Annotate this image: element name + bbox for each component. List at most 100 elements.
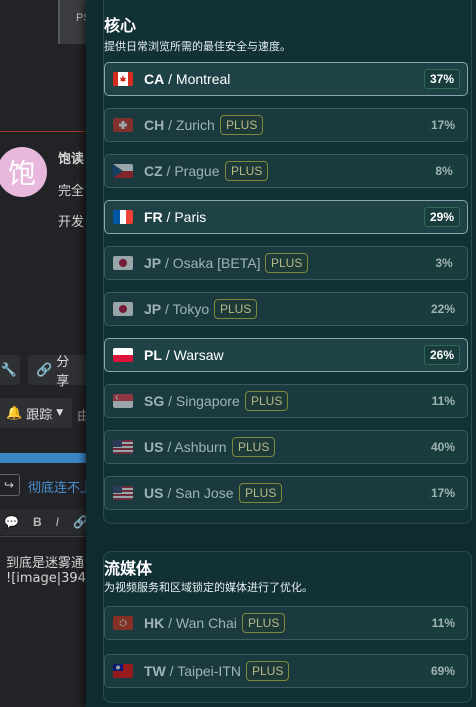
country-code: JP	[144, 255, 162, 271]
server-item[interactable]: HK / Wan Chai 11% PLUS	[104, 606, 468, 640]
country-code: US	[144, 485, 164, 501]
bold-button[interactable]: B	[33, 515, 42, 529]
plus-badge: PLUS	[220, 115, 264, 135]
country-code: SG	[144, 393, 165, 409]
server-label: SG / Singapore	[144, 393, 240, 409]
load-badge: 11%	[426, 613, 460, 633]
pl-flag-icon	[113, 348, 133, 362]
us-flag-icon	[113, 486, 133, 500]
streaming-desc: 为视频服务和区域锁定的媒体进行了优化。	[104, 581, 313, 594]
load-badge: 17%	[425, 115, 460, 135]
load-badge: 11%	[426, 391, 460, 411]
editor-toolbar: 💬 B I 🔗	[0, 509, 90, 535]
server-item[interactable]: FR / Paris 29%	[104, 200, 468, 234]
city-name: Warsaw	[173, 347, 224, 363]
city-name: Osaka [BETA]	[172, 255, 261, 271]
share-label: 分享	[56, 355, 70, 389]
server-item[interactable]: US / San Jose 17% PLUS	[104, 476, 468, 510]
plus-badge: PLUS	[245, 391, 289, 411]
separator: /	[164, 615, 176, 631]
load-badge: 22%	[425, 299, 460, 319]
country-code: CA	[144, 71, 165, 87]
reply-icon[interactable]: ↪	[0, 474, 20, 496]
city-name: Taipei-ITN	[177, 663, 241, 679]
italic-button[interactable]: I	[56, 515, 59, 529]
separator: /	[161, 255, 173, 271]
plus-badge: PLUS	[232, 437, 276, 457]
server-label: FR / Paris	[144, 209, 206, 225]
city-name: Wan Chai	[175, 615, 237, 631]
city-name: Montreal	[175, 71, 231, 87]
server-label: US / San Jose	[144, 485, 234, 501]
progress-bar	[0, 453, 90, 463]
server-item[interactable]: US / Ashburn 40% PLUS	[104, 430, 468, 464]
load-badge: 69%	[425, 661, 460, 681]
separator: /	[164, 393, 176, 409]
country-code: HK	[144, 615, 165, 631]
follow-button[interactable]: 🔔 跟踪 ▼	[0, 398, 72, 428]
avatar[interactable]: 饱	[0, 147, 47, 197]
server-label: CA / Montreal	[144, 71, 230, 87]
chevron-down-icon: ▼	[56, 408, 64, 418]
city-name: Prague	[174, 163, 220, 179]
server-item[interactable]: TW / Taipei-ITN 69% PLUS	[104, 654, 468, 688]
plus-badge: PLUS	[242, 613, 286, 633]
separator: /	[164, 71, 176, 87]
load-badge: 29%	[423, 207, 460, 227]
divider	[0, 536, 90, 537]
separator: /	[162, 209, 175, 225]
cz-flag-icon	[113, 164, 133, 178]
city-name: Tokyo	[172, 301, 210, 317]
us-flag-icon	[113, 440, 133, 454]
server-item[interactable]: CZ / Prague 8% PLUS	[104, 154, 468, 188]
plus-badge: PLUS	[265, 253, 309, 273]
server-item[interactable]: JP / Osaka [BETA] 3% PLUS	[104, 246, 468, 280]
city-name: Ashburn	[174, 439, 227, 455]
server-label: JP / Tokyo	[144, 301, 209, 317]
ca-flag-icon	[113, 72, 133, 86]
plus-badge: PLUS	[225, 161, 269, 181]
server-item[interactable]: CH / Zurich 17% PLUS	[104, 108, 468, 142]
load-badge: 37%	[423, 69, 460, 89]
separator: /	[163, 439, 175, 455]
streaming-title: 流媒体	[104, 559, 153, 578]
city-name: Singapore	[175, 393, 240, 409]
wrench-icon: 🔧	[0, 362, 18, 378]
country-code: TW	[144, 663, 166, 679]
share-button[interactable]: 🔗 分享	[28, 355, 90, 389]
core-desc: 提供日常浏览所需的最佳安全与速度。	[104, 40, 291, 53]
server-item[interactable]: SG / Singapore 11% PLUS	[104, 384, 468, 418]
server-label: HK / Wan Chai	[144, 615, 237, 631]
load-badge: 40%	[425, 437, 460, 457]
separator: /	[164, 117, 176, 133]
country-code: CZ	[144, 163, 163, 179]
load-badge: 26%	[423, 345, 460, 365]
core-title: 核心	[104, 16, 137, 35]
server-item[interactable]: PL / Warsaw 26%	[104, 338, 468, 372]
bell-icon: 🔔	[6, 405, 23, 421]
server-label: CH / Zurich	[144, 117, 215, 133]
server-item[interactable]: CA / Montreal 37%	[104, 62, 468, 96]
load-badge: 3%	[428, 253, 460, 273]
server-label: JP / Osaka [BETA]	[144, 255, 260, 271]
server-label: TW / Taipei-ITN	[144, 663, 241, 679]
country-code: US	[144, 439, 164, 455]
load-badge: 17%	[425, 483, 460, 503]
separator: /	[163, 485, 176, 501]
ch-flag-icon	[113, 118, 133, 132]
avatar-char: 饱	[7, 157, 36, 190]
fr-flag-icon	[113, 210, 133, 224]
hk-flag-icon	[113, 616, 133, 630]
quote-icon[interactable]: 💬	[4, 515, 19, 529]
divider	[0, 131, 90, 132]
load-badge: 8%	[428, 161, 460, 181]
topic-link[interactable]: 彻底连不上	[28, 477, 90, 496]
link-icon: 🔗	[36, 362, 53, 378]
reply-text-line: 到底是迷雾通	[6, 556, 85, 571]
country-code: JP	[144, 301, 162, 317]
server-item[interactable]: JP / Tokyo 22% PLUS	[104, 292, 468, 326]
wrench-button[interactable]: 🔧	[0, 355, 20, 385]
server-label: US / Ashburn	[144, 439, 227, 455]
separator: /	[162, 163, 175, 179]
tw-flag-icon	[113, 664, 133, 678]
